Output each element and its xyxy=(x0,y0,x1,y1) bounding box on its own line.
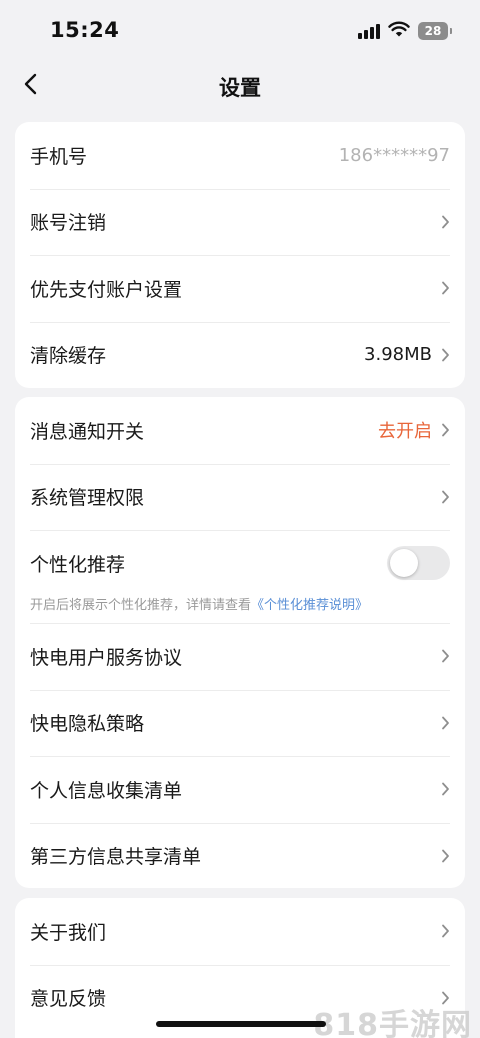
chevron-right-icon xyxy=(436,848,450,864)
payment-priority-label: 优先支付账户设置 xyxy=(30,278,183,301)
wifi-icon xyxy=(388,21,410,41)
chevron-right-icon xyxy=(436,781,450,797)
personalized-recommendation-label: 个性化推荐 xyxy=(30,553,126,576)
watermark: 818手游网 xyxy=(313,1008,472,1038)
chevron-right-icon xyxy=(436,715,450,731)
phone-number-label: 手机号 xyxy=(30,145,88,168)
home-indicator xyxy=(156,1021,326,1027)
settings-screen: 15:24 28 设置 手机号 186******97 账号注销 优先支付账户设… xyxy=(0,0,480,1038)
chevron-right-icon xyxy=(436,214,450,230)
signal-icon xyxy=(358,23,380,39)
privacy-policy-row[interactable]: 快电隐私策略 xyxy=(15,689,465,757)
user-agreement-label: 快电用户服务协议 xyxy=(30,646,183,669)
toggle-knob xyxy=(390,549,418,577)
payment-priority-row[interactable]: 优先支付账户设置 xyxy=(15,255,465,322)
account-cancel-row[interactable]: 账号注销 xyxy=(15,188,465,256)
third-party-sharing-row[interactable]: 第三方信息共享清单 xyxy=(15,822,465,889)
system-permission-label: 系统管理权限 xyxy=(30,487,145,510)
cache-size-value: 3.98MB xyxy=(364,344,432,366)
notification-switch-label: 消息通知开关 xyxy=(30,420,145,443)
personalized-recommendation-row: 个性化推荐 xyxy=(15,530,465,596)
user-agreement-row[interactable]: 快电用户服务协议 xyxy=(15,623,465,690)
phone-number-row: 手机号 186******97 xyxy=(15,122,465,189)
personalized-recommendation-toggle[interactable] xyxy=(387,546,450,580)
chevron-right-icon xyxy=(436,280,450,296)
note-text: 开启后将展示个性化推荐，详情请查看 xyxy=(30,598,252,613)
phone-number-value: 186******97 xyxy=(338,144,450,166)
clear-cache-row[interactable]: 清除缓存 3.98MB xyxy=(15,321,465,389)
notification-switch-row[interactable]: 消息通知开关 去开启 xyxy=(15,397,465,464)
personalized-recommendation-block: 个性化推荐 开启后将展示个性化推荐，详情请查看《个性化推荐说明》 xyxy=(15,530,465,623)
personalization-policy-link[interactable]: 《个性化推荐说明》 xyxy=(251,598,368,613)
battery-icon: 28 xyxy=(418,22,452,40)
enable-notification-link[interactable]: 去开启 xyxy=(378,417,432,443)
chevron-right-icon xyxy=(436,347,450,363)
chevron-right-icon xyxy=(436,923,450,939)
nav-bar: 设置 xyxy=(0,62,480,110)
page-title: 设置 xyxy=(219,76,261,100)
account-cancel-label: 账号注销 xyxy=(30,212,107,235)
about-us-row[interactable]: 关于我们 xyxy=(15,898,465,965)
about-us-label: 关于我们 xyxy=(30,921,107,944)
chevron-right-icon xyxy=(436,648,450,664)
privacy-policy-label: 快电隐私策略 xyxy=(30,713,145,736)
third-party-sharing-label: 第三方信息共享清单 xyxy=(30,846,202,869)
personal-info-list-label: 个人信息收集清单 xyxy=(30,779,183,802)
personal-info-list-row[interactable]: 个人信息收集清单 xyxy=(15,756,465,823)
chevron-right-icon xyxy=(436,489,450,505)
status-icons: 28 xyxy=(358,20,452,42)
personalized-recommendation-note: 开启后将展示个性化推荐，详情请查看《个性化推荐说明》 xyxy=(30,594,368,613)
status-time: 15:24 xyxy=(50,18,120,42)
privacy-settings-card: 消息通知开关 去开启 系统管理权限 个性化推荐 开启后将展示个性化推荐，详情请查… xyxy=(15,397,465,888)
status-bar: 15:24 28 xyxy=(0,0,480,62)
system-permission-row[interactable]: 系统管理权限 xyxy=(15,463,465,531)
clear-cache-label: 清除缓存 xyxy=(30,345,107,368)
chevron-right-icon xyxy=(436,422,450,438)
account-settings-card: 手机号 186******97 账号注销 优先支付账户设置 清除缓存 3.98M… xyxy=(15,122,465,388)
